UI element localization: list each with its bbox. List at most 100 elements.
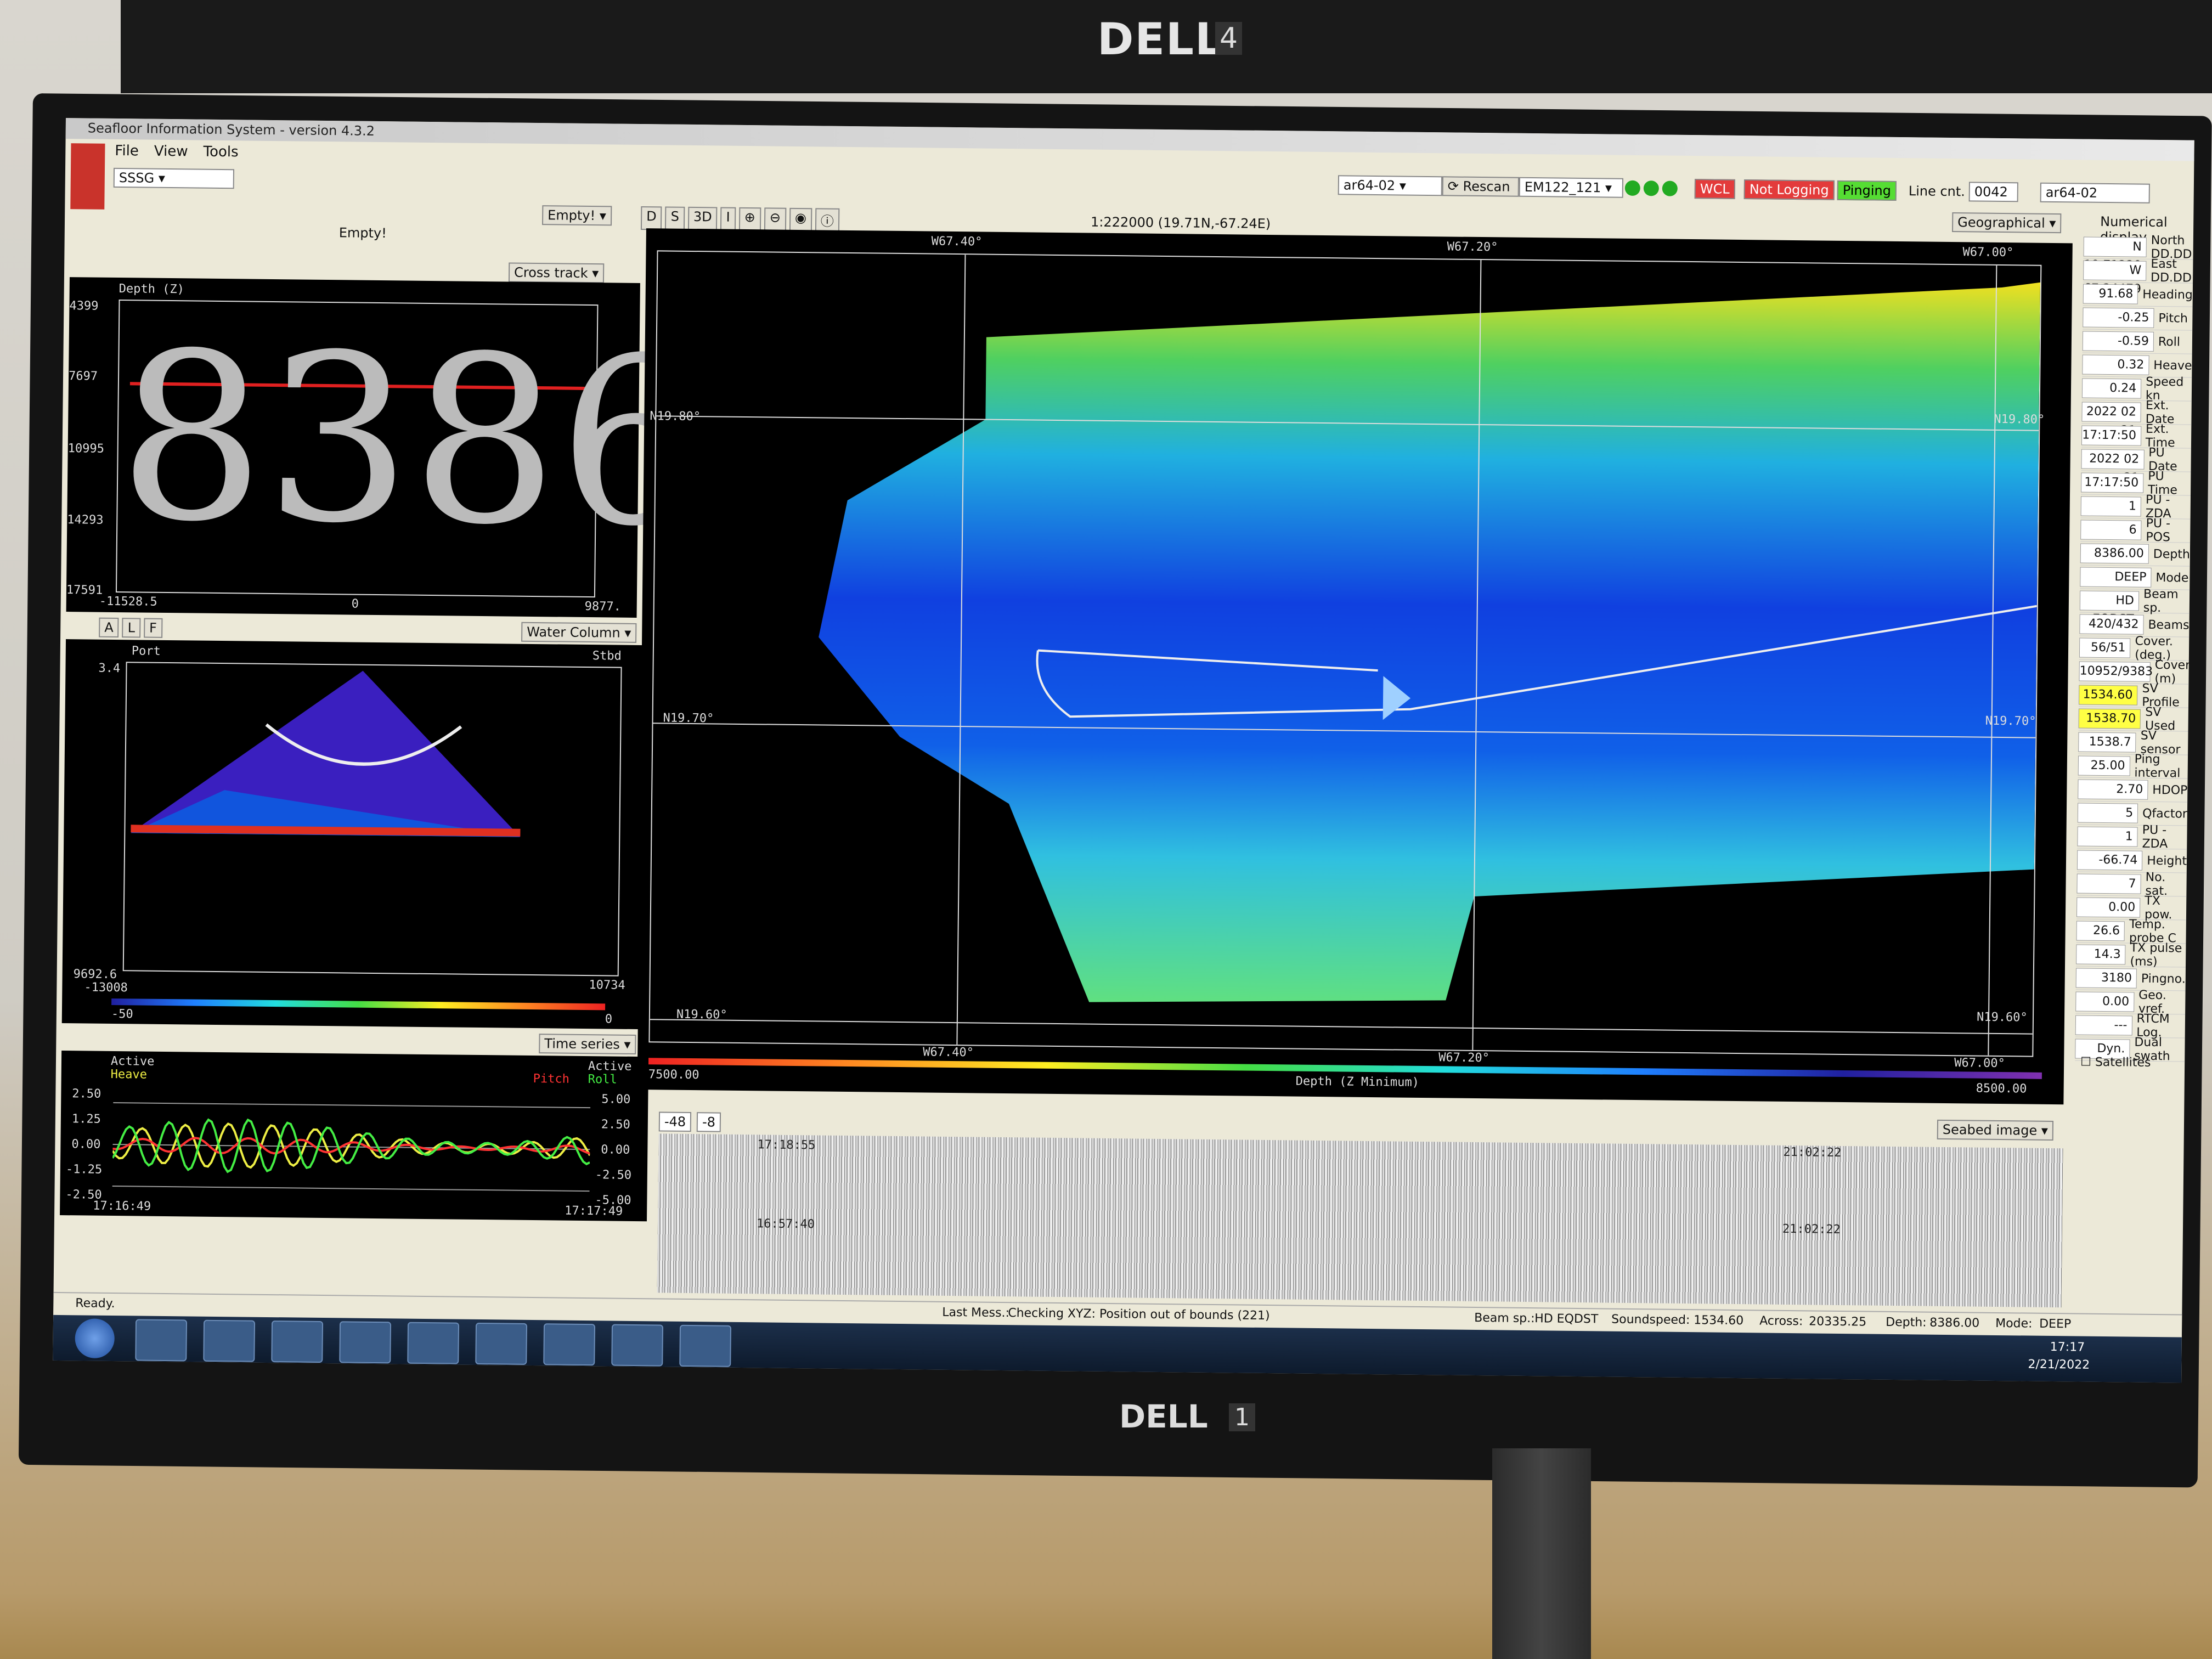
ts-plot [112,1102,591,1192]
crosstrack-xtick: -11528.5 [99,594,157,609]
globe-icon[interactable]: ◉ [789,207,812,232]
crosstrack-ytick: 14293 [67,513,104,527]
last-mess-value: Checking XYZ: Position out of bounds (22… [1008,1306,1270,1323]
ts-right-tick: -2.50 [595,1168,632,1182]
view-i-button[interactable]: I [720,207,736,231]
satellites-checkbox[interactable]: ☐ Satellites [2080,1056,2151,1070]
sis-app-icon[interactable] [407,1322,460,1364]
numerical-value: 1 [2077,826,2138,847]
ts-right-tick: 5.00 [601,1092,631,1107]
media-player-icon[interactable] [271,1321,324,1363]
soundspeed-label: Soundspeed: [1611,1312,1690,1328]
seabed-spin1[interactable]: -48 [658,1111,692,1132]
numerical-row: 17:17:50 PU Time [2081,470,2191,497]
view-d-button[interactable]: D [640,206,662,230]
sonar-app-icon[interactable] [679,1324,732,1367]
window-icon[interactable] [475,1322,528,1365]
window-icon[interactable] [543,1323,596,1366]
start-button[interactable] [75,1318,115,1359]
numerical-row: 26.6 Temp. probe C [2076,917,2186,945]
wcl-button[interactable]: WCL [1694,179,1735,199]
wc-port-label: Port [131,644,161,658]
clock-date: 2/21/2022 [2028,1357,2090,1372]
numerical-row: 7 No. sat. [2076,871,2187,898]
empty-select[interactable]: Empty! ▾ [542,205,612,226]
timeseries-panel: Active Heave Active Pitch Roll 2.50 1.25… [60,1051,649,1222]
crosstrack-axis-label: Depth (Z) [119,282,185,297]
wc-a-button[interactable]: A [99,617,119,638]
watercolumn-select[interactable]: Water Column ▾ [521,622,637,643]
line-name-field[interactable]: ar64-02 [2040,182,2150,204]
folder-icon[interactable] [203,1319,256,1362]
app-icon[interactable] [339,1321,392,1364]
browser-icon[interactable] [135,1319,188,1362]
menu-bar: File View Tools [115,143,239,160]
survey-select[interactable]: ar64-02 ▾ [1338,175,1443,196]
numerical-row: 8386.00 Depth [2080,541,2191,567]
geo-select[interactable]: Geographical ▾ [1952,212,2062,234]
across-label: Across: [1759,1314,1803,1329]
wc-color-scale [111,998,606,1011]
crosstrack-plot: 8386 [115,300,706,598]
app-logo [70,143,105,210]
numerical-name: PU - POS [2146,516,2171,545]
ts-pitch-label: Pitch [533,1072,570,1086]
menu-view[interactable]: View [154,143,188,160]
numerical-value: 10952/9383 [2079,661,2153,682]
seabed-image: 17:18:55 21:02:22 16:57:40 21:02:22 [657,1133,2063,1308]
timeseries-select[interactable]: Time series ▾ [539,1034,636,1054]
seabed-toolbar: -48 -8 [658,1111,721,1132]
numerical-name: HDOP [2152,783,2188,798]
line-cnt-field[interactable]: 0042 [1968,182,2018,202]
numerical-value: 420/432 [2079,614,2144,635]
map-left-lat: N19.80° [650,409,701,424]
seabed-time: 17:18:55 [757,1138,816,1153]
wc-l-button[interactable]: L [122,618,141,638]
numerical-row: 0.00 Geo. vref. [2075,989,2186,1016]
map-right-lat: N19.70° [1985,714,2036,729]
numerical-name: Depth [2153,547,2191,562]
numerical-name: Heading [2142,287,2193,302]
watercolumn-toolbar: A L F [99,617,163,638]
window-title: Seafloor Information System - version 4.… [87,120,375,139]
rescan-button[interactable]: ⟳ Rescan [1442,176,1520,197]
wc-x-left: -13008 [84,980,128,995]
echosounder-select[interactable]: EM122_121 ▾ [1519,177,1624,198]
numerical-row: 0.00 TX pow. [2076,894,2187,922]
crosstrack-select[interactable]: Cross track ▾ [508,262,605,284]
info-icon[interactable]: ⓘ [815,208,840,232]
logging-button[interactable]: Not Logging [1743,179,1835,200]
numerical-row: 1534.60 SV Profile [2078,682,2189,709]
crosstrack-ytick: 17591 [66,583,103,597]
depth-scale-max: 8500.00 [1976,1081,2027,1096]
zoom-out-icon[interactable]: ⊖ [764,207,787,232]
numerical-row: 6 PU - POS [2080,516,2191,545]
zoom-in-icon[interactable]: ⊕ [738,207,761,232]
view-3d-button[interactable]: 3D [687,206,718,231]
geographic-map[interactable]: W67.40° W67.20° W67.00° N19.80° N19.70° … [637,228,2073,1105]
map-app-icon[interactable] [611,1324,664,1367]
pinging-button[interactable]: Pinging [1837,180,1897,201]
geo-select-value: Geographical [1957,215,2045,231]
numerical-value: 0.24 [2081,378,2142,399]
survey-value: ar64-02 [1343,177,1396,194]
seabed-time: 16:57:40 [756,1217,815,1232]
ts-end-time: 17:17:49 [565,1204,623,1218]
numerical-row: 5 Qfactor [2077,801,2188,826]
map-bottom-lon: W67.40° [923,1045,974,1060]
menu-file[interactable]: File [115,143,139,159]
numerical-name: Height [2147,854,2187,868]
project-select[interactable]: SSSG ▾ [113,167,235,189]
numerical-name: Ping interval [2134,752,2181,781]
wc-f-button[interactable]: F [143,618,163,638]
screen: Seafloor Information System - version 4.… [53,118,2194,1383]
numerical-value: -0.25 [2083,307,2154,328]
numerical-value: 1538.70 [2078,708,2141,729]
project-value: SSSG [119,170,155,186]
menu-tools[interactable]: Tools [203,144,238,161]
depth-label: Depth: [1886,1315,1927,1330]
seabed-select[interactable]: Seabed image ▾ [1937,1119,2054,1141]
view-s-button[interactable]: S [665,206,685,230]
seabed-spin2[interactable]: -8 [696,1112,721,1132]
last-mess-label: Last Mess.: [942,1305,1010,1321]
